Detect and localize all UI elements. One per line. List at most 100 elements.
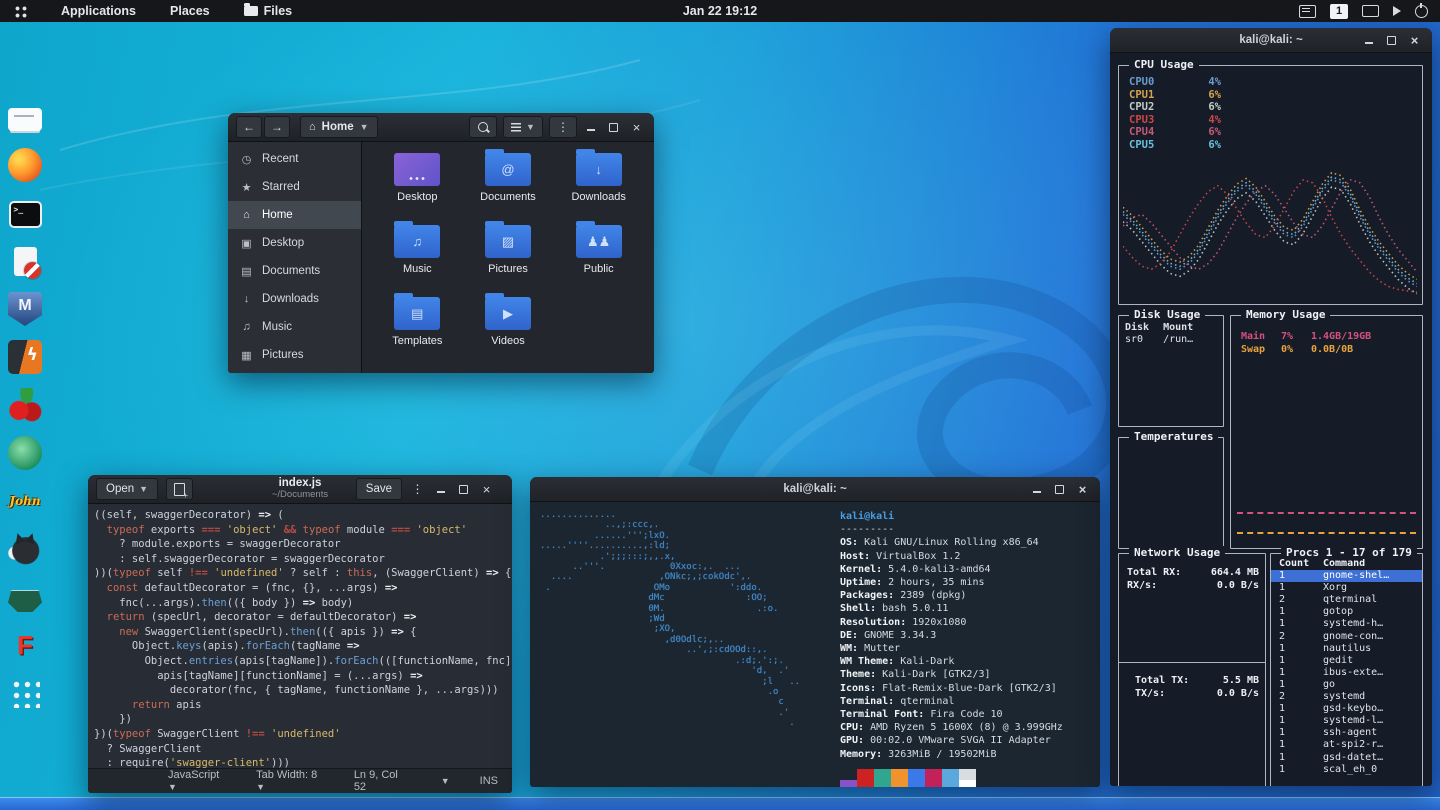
language-selector[interactable]: JavaScript ▼ — [168, 769, 230, 793]
editor-menu-button[interactable]: ⋮ — [410, 482, 425, 497]
minimize-button[interactable] — [1361, 33, 1376, 48]
dock-item-burpsuite[interactable] — [6, 340, 44, 374]
dock-item-firefox[interactable] — [6, 148, 44, 182]
process-row[interactable]: 1at-spi2-r… — [1271, 739, 1422, 751]
sidebar-item-starred[interactable]: ★Starred — [228, 173, 361, 201]
dock-item-terminal[interactable] — [6, 196, 44, 230]
process-row[interactable]: 1gnome-shel… — [1271, 570, 1422, 582]
close-button[interactable]: × — [1075, 482, 1090, 497]
new-document-button[interactable] — [166, 478, 193, 500]
memory-rows: Main7%1.4GB/19GBSwap0%0.0B/0B — [1231, 316, 1422, 356]
display-icon[interactable] — [1362, 5, 1379, 17]
sidebar-item-desktop[interactable]: ▣Desktop — [228, 229, 361, 257]
terminal-content[interactable]: .............. ..,;:ccc,. ......''';lxO.… — [530, 502, 1100, 787]
tab-width-selector[interactable]: Tab Width: 8 ▼ — [256, 769, 328, 793]
folder-documents[interactable]: @Documents — [463, 150, 554, 222]
sidebar-item-music[interactable]: ♫Music — [228, 313, 361, 341]
minimize-button[interactable] — [1029, 482, 1044, 497]
process-row[interactable]: 1nautilus — [1271, 643, 1422, 655]
minimize-button[interactable] — [583, 120, 598, 135]
process-row[interactable]: 1ibus-exte… — [1271, 667, 1422, 679]
process-row[interactable]: 1gedit — [1271, 655, 1422, 667]
folder-public[interactable]: ♟♟Public — [553, 222, 644, 294]
code-token: forEach — [246, 640, 290, 652]
workspace-indicator[interactable]: 1 — [1330, 4, 1348, 19]
forward-button[interactable]: → — [264, 116, 290, 138]
insert-mode-indicator[interactable]: INS — [480, 775, 498, 787]
cpu-graph-series-cpu5 — [1123, 177, 1417, 284]
sidebar-item-pictures[interactable]: ▦Pictures — [228, 341, 361, 369]
process-count: 1 — [1279, 727, 1323, 739]
open-button[interactable]: Open ▼ — [96, 478, 158, 500]
close-button[interactable]: × — [1407, 33, 1422, 48]
sidebar-item-recent[interactable]: ◷Recent — [228, 145, 361, 173]
process-row[interactable]: 1systemd-h… — [1271, 618, 1422, 630]
process-row[interactable]: 2qterminal — [1271, 594, 1422, 606]
dock-item-blocked-document[interactable] — [6, 244, 44, 278]
info-value: 2 hours, 35 mins — [882, 577, 984, 588]
folder-desktop[interactable]: Desktop — [372, 150, 463, 222]
code-token: defaultDecorator = (fnc, {}, ...args) — [138, 582, 385, 594]
john-the-ripper-icon: John — [8, 484, 42, 518]
cherrytree-icon — [8, 388, 42, 422]
power-icon[interactable] — [1415, 5, 1428, 18]
folder-templates[interactable]: ▤Templates — [372, 294, 463, 366]
blocked-document-icon — [14, 247, 37, 276]
dock-item-faraday[interactable]: F — [6, 628, 44, 662]
dock-item-show-apps[interactable] — [6, 676, 44, 710]
process-row[interactable]: 1scal_eh_0 — [1271, 764, 1422, 776]
dock-item-cherrytree[interactable] — [6, 388, 44, 422]
dock-item-boat[interactable] — [6, 580, 44, 614]
path-button[interactable]: ⌂ Home ▼ — [300, 116, 378, 138]
minimize-button[interactable] — [433, 482, 448, 497]
menu-button[interactable]: ⋮ — [549, 116, 577, 138]
memory-label: Main — [1241, 330, 1281, 343]
dock-item-john-the-ripper[interactable]: John — [6, 484, 44, 518]
rx-total-value: 664.4 MB — [1187, 566, 1265, 579]
maximize-button[interactable] — [606, 120, 621, 135]
chevron-down-icon[interactable]: ▼ — [441, 776, 450, 786]
maximize-button[interactable] — [456, 482, 471, 497]
search-button[interactable] — [469, 116, 497, 138]
close-button[interactable]: × — [629, 120, 644, 135]
dock-item-metasploit[interactable] — [6, 292, 44, 326]
process-row[interactable]: 1gsd-keybo… — [1271, 703, 1422, 715]
process-count: 1 — [1279, 643, 1323, 655]
folder-pictures[interactable]: ▨Pictures — [463, 222, 554, 294]
files-menu[interactable]: Files — [240, 4, 297, 18]
dock-item-screen[interactable] — [6, 100, 44, 134]
process-row[interactable]: 1systemd-l… — [1271, 715, 1422, 727]
maximize-button[interactable] — [1052, 482, 1067, 497]
folder-downloads[interactable]: ↓Downloads — [553, 150, 644, 222]
folder-videos[interactable]: ▶Videos — [463, 294, 554, 366]
folder-music[interactable]: ♫Music — [372, 222, 463, 294]
sidebar-item-home[interactable]: ⌂Home — [228, 201, 361, 229]
process-row[interactable]: 1gotop — [1271, 606, 1422, 618]
terminal-color-palette — [840, 769, 1090, 787]
process-row[interactable]: 1Xorg — [1271, 582, 1422, 594]
places-menu[interactable]: Places — [166, 4, 214, 18]
cursor-position[interactable]: Ln 9, Col 52 — [354, 769, 411, 793]
dock-item-dog[interactable] — [6, 532, 44, 566]
process-row[interactable]: 1go — [1271, 679, 1422, 691]
applications-menu[interactable]: Applications — [57, 4, 140, 18]
back-button[interactable]: ← — [236, 116, 262, 138]
process-row[interactable]: 2gnome-con… — [1271, 631, 1422, 643]
clock[interactable]: Jan 22 19:12 — [683, 4, 757, 18]
neofetch-info-line: Resolution: 1920x1080 — [840, 616, 1090, 629]
dock-item-maltego[interactable] — [6, 436, 44, 470]
keyboard-indicator-icon[interactable] — [1299, 5, 1316, 18]
process-row[interactable]: 1ssh-agent — [1271, 727, 1422, 739]
code-area[interactable]: ((self, swaggerDecorator) => ( typeof ex… — [88, 504, 512, 775]
process-row[interactable]: 2systemd — [1271, 691, 1422, 703]
close-button[interactable]: × — [479, 482, 494, 497]
activities-menu[interactable] — [10, 5, 31, 18]
view-toggle-button[interactable]: ▼ — [503, 116, 543, 138]
volume-icon[interactable] — [1393, 6, 1401, 16]
sidebar-item-downloads[interactable]: ↓Downloads — [228, 285, 361, 313]
sidebar-item-documents[interactable]: ▤Documents — [228, 257, 361, 285]
save-button[interactable]: Save — [356, 478, 402, 500]
maximize-button[interactable] — [1384, 33, 1399, 48]
process-row[interactable]: 1gsd-datet… — [1271, 752, 1422, 764]
palette-swatch — [925, 780, 942, 787]
